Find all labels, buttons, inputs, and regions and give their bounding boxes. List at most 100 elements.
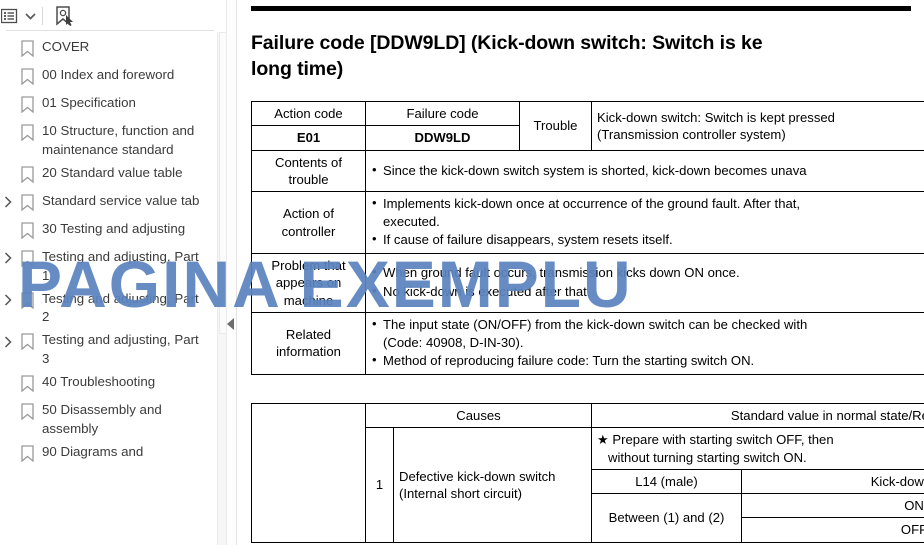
expand-chevron-icon[interactable] [0, 331, 16, 352]
table-row: Contents of trouble Since the kick-down … [251, 149, 924, 193]
expand-chevron-icon[interactable] [0, 192, 16, 213]
problem-on-machine-label: Problem that appears on machine [251, 253, 366, 313]
bookmark-item[interactable]: Standard service value tab [0, 190, 236, 218]
bookmark-item[interactable]: 01 Specification [0, 92, 236, 120]
bookmark-icon [16, 66, 38, 87]
bookmark-label: 30 Testing and adjusting [42, 220, 186, 236]
header-rule [251, 6, 911, 11]
causes-spacer-cell [251, 403, 366, 543]
bookmark-item[interactable]: COVER [0, 36, 236, 64]
bookmark-icon [16, 401, 38, 422]
bullet-text-cont: executed. [383, 213, 440, 229]
bullet-text-cont: (Code: 40908, D-IN-30). [383, 334, 524, 350]
bullet-list: When ground fault occurs, transmission k… [371, 263, 924, 301]
contents-of-trouble-value: Since the kick-down switch system is sho… [365, 149, 924, 193]
standard-value-header: Standard value in normal state/Rema [590, 402, 924, 429]
bullet-item: No kick-down is executed after that. [371, 282, 924, 301]
bookmark-label: Testing and adjusting, Part 2 [42, 290, 199, 325]
bookmark-icon [16, 192, 38, 213]
label-line1: Action of [283, 206, 334, 222]
trouble-description-line2: (Transmission controller system) [597, 126, 786, 142]
page-title-line1: Failure code [DDW9LD] (Kick-down switch:… [251, 32, 763, 54]
action-of-controller-label: Action of controller [251, 191, 366, 255]
measurement-points: Between (1) and (2) [591, 493, 742, 543]
bookmark-icon [16, 331, 38, 352]
trouble-description-line1: Kick-down switch: Switch is kept pressed [597, 109, 835, 125]
label-line1: Related [285, 327, 332, 343]
bullet-item: Since the kick-down switch system is sho… [371, 161, 924, 180]
page-title: Failure code [DDW9LD] (Kick-down switch:… [251, 31, 924, 83]
label-line2: appears on [275, 275, 342, 291]
toolbar-divider [42, 6, 43, 25]
bookmark-item[interactable]: 50 Disassembly and assembly [0, 399, 236, 441]
label-line3: machine [283, 292, 334, 308]
bookmarks-sidebar: COVER 00 Index and foreword 01 Specifica… [0, 0, 237, 545]
label-line2: trouble [288, 171, 329, 187]
bookmark-item[interactable]: Testing and adjusting, Part 3 [0, 329, 236, 371]
action-code-header: Action code [251, 100, 366, 127]
bullet-text: Implements kick-down once at occurrence … [383, 196, 801, 212]
bookmark-label: 01 Specification [42, 95, 136, 110]
bookmark-label: 90 Diagrams and [42, 443, 144, 459]
bookmark-item[interactable]: Testing and adjusting, Part 1 [0, 246, 236, 288]
contents-of-trouble-label: Contents of trouble [251, 149, 366, 193]
bookmark-label: Standard service value tab [42, 192, 200, 208]
bookmark-icon [16, 443, 38, 464]
pdf-page: Failure code [DDW9LD] (Kick-down switch:… [237, 0, 924, 545]
select-bookmark-icon[interactable] [49, 4, 79, 28]
bookmark-item[interactable]: 90 Diagrams and [0, 441, 236, 469]
bookmark-label: COVER [42, 39, 90, 54]
expand-chevron-icon[interactable] [0, 290, 16, 311]
bookmark-icon [16, 94, 38, 115]
preparation-note: ★ Prepare with starting switch OFF, then… [590, 427, 924, 470]
page-title-line2: long time) [251, 57, 344, 80]
bookmark-icon [16, 122, 38, 143]
bullet-item: If cause of failure disappears, system r… [371, 230, 924, 249]
bookmark-label: Testing and adjusting, Part 3 [42, 332, 199, 367]
bookmark-item[interactable]: 00 Index and foreword [0, 64, 236, 92]
state-on: ON [740, 493, 924, 519]
bookmark-label: Testing and adjusting, Part 1 [42, 248, 199, 283]
bullet-list: The input state (ON/OFF) from the kick-d… [371, 315, 924, 370]
bookmark-icon [16, 248, 38, 269]
table-row: Action code Failure code Trouble Kick-do… [251, 100, 924, 151]
bookmark-item[interactable]: 20 Standard value table [0, 162, 236, 190]
table-row: Causes Standard value in normal state/Re… [251, 402, 924, 543]
cause-number: 1 [365, 427, 394, 543]
cause-line2: (Internal short circuit) [399, 485, 522, 501]
causes-standard-value-table: Causes Standard value in normal state/Re… [251, 402, 924, 543]
bullet-text: The input state (ON/OFF) from the kick-d… [383, 316, 808, 332]
related-information-value: The input state (ON/OFF) from the kick-d… [365, 311, 924, 376]
bookmark-icon [16, 220, 38, 241]
bookmark-icon [16, 373, 38, 394]
bookmark-label: 00 Index and foreword [42, 67, 175, 82]
chevron-down-icon[interactable] [22, 4, 38, 28]
label-line1: Problem that [271, 258, 346, 274]
causes-header: Causes [365, 402, 592, 429]
bookmark-item[interactable]: Testing and adjusting, Part 2 [0, 288, 236, 330]
cause-description: Defective kick-down switch (Internal sho… [393, 427, 592, 543]
bookmark-item[interactable]: 30 Testing and adjusting [0, 218, 236, 246]
switch-condition-header: Kick-down swit [740, 468, 924, 495]
preparation-note-line1: ★ Prepare with starting switch OFF, then [597, 432, 834, 448]
label-line1: Contents of [275, 154, 342, 170]
pdf-reader-window: COVER 00 Index and foreword 01 Specifica… [0, 0, 924, 545]
bullet-list: Implements kick-down once at occurrence … [371, 194, 924, 249]
bullet-item: Method of reproducing failure code: Turn… [371, 351, 924, 370]
sidebar-splitter[interactable] [226, 0, 236, 545]
bookmark-item[interactable]: 40 Troubleshooting [0, 371, 236, 399]
collapse-sidebar-icon[interactable] [227, 318, 234, 330]
cause-line1: Defective kick-down switch [399, 468, 556, 484]
label-line2: controller [281, 223, 336, 239]
bullet-item: When ground fault occurs, transmission k… [371, 263, 924, 282]
document-viewer[interactable]: Failure code [DDW9LD] (Kick-down switch:… [237, 0, 924, 545]
table-row: Related information The input state (ON/… [251, 311, 924, 376]
bookmarks-list[interactable]: COVER 00 Index and foreword 01 Specifica… [0, 32, 236, 545]
bookmark-item[interactable]: 10 Structure, function and maintenance s… [0, 120, 236, 162]
expand-chevron-icon[interactable] [0, 248, 16, 269]
bookmark-label: 40 Troubleshooting [42, 374, 156, 389]
table-row: Action of controller Implements kick-dow… [251, 191, 924, 255]
bookmark-options-icon[interactable] [0, 4, 22, 28]
state-off: OFF [740, 517, 924, 543]
action-of-controller-value: Implements kick-down once at occurrence … [365, 191, 924, 255]
